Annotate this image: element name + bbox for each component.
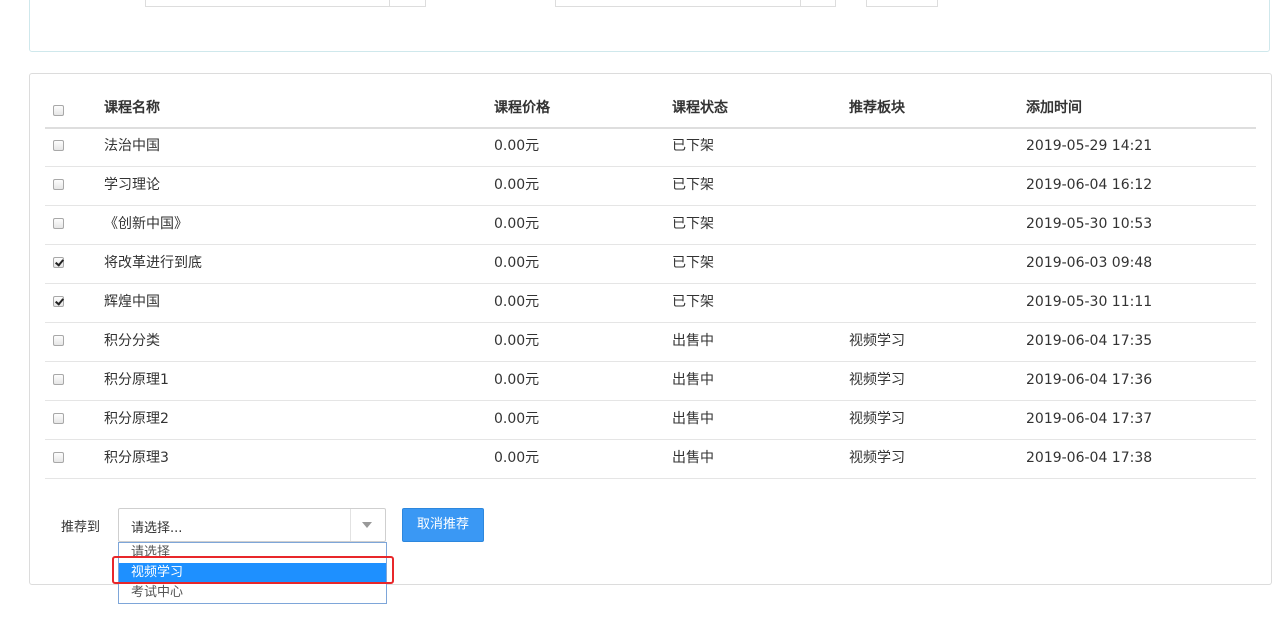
header-course-price: 课程价格: [494, 100, 550, 116]
course-price-cell: 0.00元: [494, 177, 540, 193]
chevron-down-icon: [362, 522, 372, 528]
course-price-cell: 0.00元: [494, 411, 540, 427]
table-row[interactable]: 积分原理3 0.00元 出售中 视频学习 2019-06-04 17:38: [45, 439, 1256, 479]
cancel-recommend-button[interactable]: 取消推荐: [402, 508, 484, 542]
course-status-cell: 已下架: [672, 255, 714, 271]
added-time-cell: 2019-05-29 14:21: [1026, 138, 1153, 154]
course-status-cell: 出售中: [672, 450, 714, 466]
course-price-cell: 0.00元: [494, 138, 540, 154]
table-header: 课程名称 课程价格 课程状态 推荐板块 添加时间: [45, 88, 1256, 129]
course-status-cell: 已下架: [672, 294, 714, 310]
filter-input-2-addon[interactable]: [800, 0, 836, 7]
row-checkbox[interactable]: [53, 413, 64, 424]
added-time-cell: 2019-06-04 17:37: [1026, 411, 1153, 427]
added-time-cell: 2019-06-04 17:35: [1026, 333, 1153, 349]
table-row[interactable]: 法治中国 0.00元 已下架 2019-05-29 14:21: [45, 127, 1256, 167]
row-checkbox[interactable]: [53, 452, 64, 463]
row-checkbox[interactable]: [53, 218, 64, 229]
course-name-cell: 《创新中国》: [104, 216, 188, 232]
dropdown-option[interactable]: 考试中心: [119, 583, 386, 602]
recommend-to-label: 推荐到: [61, 520, 101, 535]
course-name-cell: 法治中国: [104, 138, 160, 154]
select-all-checkbox[interactable]: [53, 105, 64, 116]
course-name-cell: 辉煌中国: [104, 294, 160, 310]
course-name-cell: 积分原理1: [104, 372, 169, 388]
added-time-cell: 2019-06-03 09:48: [1026, 255, 1153, 271]
course-name-cell: 积分原理2: [104, 411, 169, 427]
recommend-block-cell: 视频学习: [849, 372, 905, 388]
row-checkbox[interactable]: [53, 374, 64, 385]
course-price-cell: 0.00元: [494, 294, 540, 310]
table-row[interactable]: 将改革进行到底 0.00元 已下架 2019-06-03 09:48: [45, 244, 1256, 284]
added-time-cell: 2019-05-30 10:53: [1026, 216, 1153, 232]
row-checkbox[interactable]: [53, 296, 64, 307]
course-name-cell: 积分原理3: [104, 450, 169, 466]
header-course-status: 课程状态: [672, 100, 728, 116]
table-row[interactable]: 《创新中国》 0.00元 已下架 2019-05-30 10:53: [45, 205, 1256, 245]
recommend-select-arrow[interactable]: [350, 509, 385, 541]
course-status-cell: 出售中: [672, 333, 714, 349]
annotation-highlight-box: [112, 556, 394, 584]
course-list-panel: 课程名称 课程价格 课程状态 推荐板块 添加时间 法治中国 0.00元 已下架 201…: [29, 73, 1272, 585]
recommend-select-value: 请选择...: [131, 521, 183, 536]
course-status-cell: 出售中: [672, 372, 714, 388]
course-name-cell: 积分分类: [104, 333, 160, 349]
course-name-cell: 将改革进行到底: [104, 255, 202, 271]
table-row[interactable]: 辉煌中国 0.00元 已下架 2019-05-30 11:11: [45, 283, 1256, 323]
filter-button[interactable]: [866, 0, 938, 7]
row-checkbox[interactable]: [53, 140, 64, 151]
table-row[interactable]: 学习理论 0.00元 已下架 2019-06-04 16:12: [45, 166, 1256, 206]
added-time-cell: 2019-06-04 17:38: [1026, 450, 1153, 466]
course-name-cell: 学习理论: [104, 177, 160, 193]
header-added-time: 添加时间: [1026, 100, 1082, 116]
filter-input-2[interactable]: [555, 0, 836, 7]
recommend-block-cell: 视频学习: [849, 333, 905, 349]
table-row[interactable]: 积分原理1 0.00元 出售中 视频学习 2019-06-04 17:36: [45, 361, 1256, 401]
header-recommend-block: 推荐板块: [849, 100, 905, 116]
table-row[interactable]: 积分分类 0.00元 出售中 视频学习 2019-06-04 17:35: [45, 322, 1256, 362]
row-checkbox[interactable]: [53, 257, 64, 268]
row-checkbox[interactable]: [53, 335, 64, 346]
recommend-block-cell: 视频学习: [849, 411, 905, 427]
filter-input-1-addon[interactable]: [389, 0, 426, 7]
added-time-cell: 2019-05-30 11:11: [1026, 294, 1153, 310]
table-row[interactable]: 积分原理2 0.00元 出售中 视频学习 2019-06-04 17:37: [45, 400, 1256, 440]
course-price-cell: 0.00元: [494, 372, 540, 388]
course-status-cell: 出售中: [672, 411, 714, 427]
recommend-block-cell: 视频学习: [849, 450, 905, 466]
added-time-cell: 2019-06-04 17:36: [1026, 372, 1153, 388]
course-price-cell: 0.00元: [494, 450, 540, 466]
course-price-cell: 0.00元: [494, 216, 540, 232]
row-checkbox[interactable]: [53, 179, 64, 190]
filter-panel: [29, 0, 1270, 52]
course-price-cell: 0.00元: [494, 333, 540, 349]
course-status-cell: 已下架: [672, 177, 714, 193]
course-status-cell: 已下架: [672, 216, 714, 232]
filter-input-1[interactable]: [145, 0, 426, 7]
recommend-select[interactable]: 请选择...: [118, 508, 386, 542]
course-status-cell: 已下架: [672, 138, 714, 154]
added-time-cell: 2019-06-04 16:12: [1026, 177, 1153, 193]
course-price-cell: 0.00元: [494, 255, 540, 271]
header-course-name: 课程名称: [104, 100, 160, 116]
